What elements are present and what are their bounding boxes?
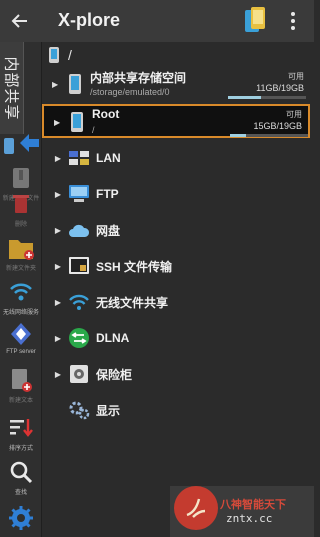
entry-label: 网盘 xyxy=(96,223,121,238)
cloud-icon xyxy=(68,219,90,241)
expand-arrow-icon[interactable]: ▶ xyxy=(48,154,68,163)
entry-dlna[interactable]: ▶ DLNA xyxy=(42,320,312,356)
new-folder-button[interactable]: 新建文件夹 xyxy=(0,234,42,272)
entry-cloud[interactable]: ▶ 网盘 xyxy=(42,212,312,248)
storage-name: 内部共享存储空间 xyxy=(90,71,187,85)
pane-tab-label: 内部共享 xyxy=(2,56,20,121)
file-browser-pane: / ▶ 内部共享存储空间 /storage/emulated/0 可用 11GB… xyxy=(42,42,314,537)
search-button[interactable]: 查找 xyxy=(0,458,42,496)
display-settings-icon xyxy=(68,399,90,421)
ftp-server-icon xyxy=(7,320,35,348)
app-logo-icon[interactable] xyxy=(244,6,266,34)
storage-usage-bar xyxy=(228,96,306,99)
expand-arrow-icon[interactable]: ▶ xyxy=(48,226,68,235)
wifi-server-label: 无线网络服务 xyxy=(2,310,39,316)
lan-icon xyxy=(68,147,90,169)
available-label: 可用 xyxy=(286,110,302,119)
expand-arrow-icon[interactable]: ▶ xyxy=(48,190,68,199)
device-icon xyxy=(4,138,14,154)
back-button[interactable] xyxy=(0,0,40,42)
storage-internal[interactable]: ▶ 内部共享存储空间 /storage/emulated/0 可用 11GB/1… xyxy=(42,68,310,102)
trash-icon xyxy=(7,190,35,218)
menu-dot xyxy=(291,12,295,16)
delete-button[interactable]: 删除 xyxy=(0,190,42,228)
ftp-server-button[interactable]: FTP server xyxy=(0,320,42,355)
storage-name: Root xyxy=(92,107,120,121)
storage-path: / xyxy=(92,125,95,135)
watermark: 八神智能天下 zntx.cc xyxy=(170,486,314,537)
sort-icon xyxy=(7,414,35,442)
wifi-share-icon xyxy=(68,291,90,313)
watermark-title: 八神智能天下 xyxy=(220,499,286,511)
entry-label: SSH 文件传输 xyxy=(96,259,173,274)
sort-button[interactable]: 排序方式 xyxy=(0,414,42,452)
watermark-domain: zntx.cc xyxy=(226,512,273,525)
top-app-bar: X-plore xyxy=(0,0,314,42)
menu-dot xyxy=(291,26,295,30)
pane-switch-arrow-icon[interactable] xyxy=(19,132,41,154)
entry-lan[interactable]: ▶ LAN xyxy=(42,140,312,176)
new-folder-icon xyxy=(7,234,35,262)
entry-label: FTP xyxy=(96,187,119,201)
menu-dot xyxy=(291,19,295,23)
app-title: X-plore xyxy=(58,10,121,30)
search-label: 查找 xyxy=(14,490,27,496)
storage-size: 11GB/19GB xyxy=(256,83,304,93)
available-label: 可用 xyxy=(288,72,304,81)
vault-icon xyxy=(68,363,90,385)
expand-arrow-icon[interactable]: ▶ xyxy=(52,80,58,89)
search-icon xyxy=(7,458,35,486)
entry-wifi-share[interactable]: ▶ 无线文件共享 xyxy=(42,284,312,320)
sort-label: 排序方式 xyxy=(8,446,33,452)
settings-button[interactable] xyxy=(0,504,42,532)
watermark-logo-icon xyxy=(174,486,218,530)
ftp-icon xyxy=(68,183,90,205)
expand-arrow-icon[interactable]: ▶ xyxy=(48,370,68,379)
new-text-icon xyxy=(7,366,35,394)
wifi-server-icon xyxy=(7,278,35,306)
tool-sidebar: 内部共享 新建 ZIP 文件 删除 新建文件夹 无线网络服务 FTP serve… xyxy=(0,42,42,537)
back-arrow-icon xyxy=(11,14,27,28)
entry-label: 无线文件共享 xyxy=(96,295,169,310)
device-icon xyxy=(49,47,59,63)
phone-storage-icon xyxy=(71,112,83,132)
entry-label: 保险柜 xyxy=(96,367,133,382)
expand-arrow-icon[interactable]: ▶ xyxy=(48,298,68,307)
ftp-server-label: FTP server xyxy=(6,349,36,355)
entry-ssh[interactable]: ▶ SSH 文件传输 xyxy=(42,248,312,284)
new-text-button[interactable]: 新建文本 xyxy=(0,366,42,404)
current-path: / xyxy=(68,47,72,63)
expand-arrow-icon[interactable]: ▶ xyxy=(54,118,60,127)
storage-root[interactable]: ▶ Root / 可用 15GB/19GB xyxy=(42,104,310,138)
overflow-menu-button[interactable] xyxy=(280,6,306,36)
storage-usage-fill xyxy=(228,96,261,99)
phone-storage-icon xyxy=(69,74,81,94)
expand-arrow-icon[interactable]: ▶ xyxy=(48,262,68,271)
expand-arrow-icon[interactable]: ▶ xyxy=(48,334,68,343)
delete-label: 删除 xyxy=(14,222,27,228)
storage-usage-fill xyxy=(230,134,247,137)
storage-size: 15GB/19GB xyxy=(253,121,302,131)
new-text-label: 新建文本 xyxy=(8,398,33,404)
storage-usage-bar xyxy=(230,134,308,137)
entry-label: 显示 xyxy=(96,403,121,418)
new-folder-label: 新建文件夹 xyxy=(5,266,36,272)
entry-vault[interactable]: ▶ 保险柜 xyxy=(42,356,312,392)
storage-path: /storage/emulated/0 xyxy=(90,87,170,97)
ssh-icon xyxy=(68,255,90,277)
zip-icon xyxy=(7,164,35,192)
entry-ftp[interactable]: ▶ FTP xyxy=(42,176,312,212)
gear-icon xyxy=(7,504,35,532)
entry-label: DLNA xyxy=(96,331,130,345)
dlna-icon xyxy=(68,327,90,349)
path-row[interactable]: / xyxy=(42,42,314,68)
pane-tab-internal[interactable]: 内部共享 xyxy=(0,42,24,134)
entry-display[interactable]: 显示 xyxy=(42,392,312,428)
wifi-server-button[interactable]: 无线网络服务 xyxy=(0,278,42,316)
entry-label: LAN xyxy=(96,151,121,165)
